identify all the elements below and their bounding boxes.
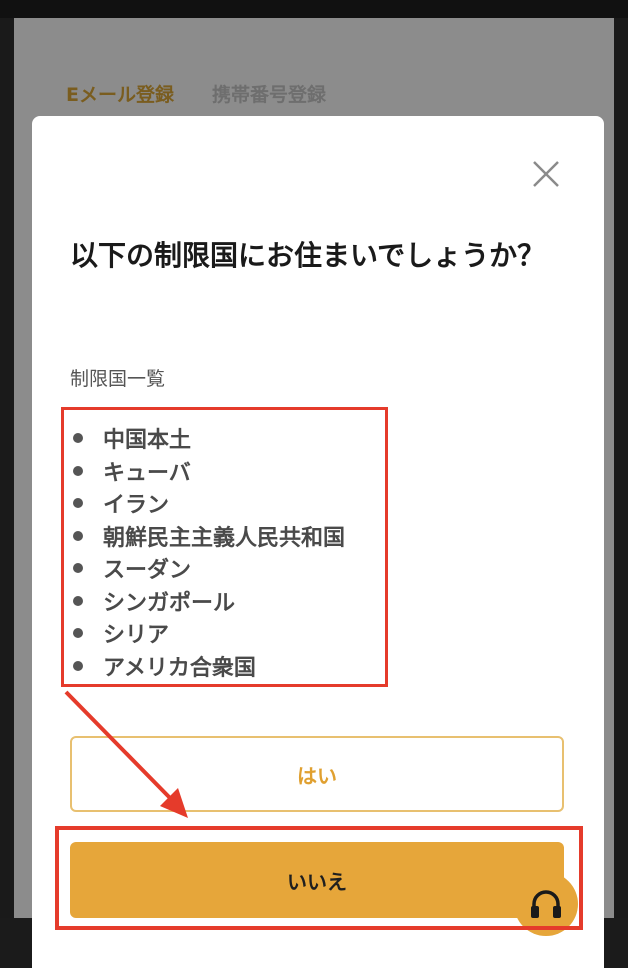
list-item: キューバ — [70, 455, 345, 488]
country-name: 朝鮮民主主義人民共和国 — [103, 525, 346, 551]
country-name: 中国本土 — [103, 428, 192, 454]
close-button[interactable] — [528, 156, 564, 192]
country-name: アメリカ合衆国 — [103, 655, 256, 681]
registration-tabs: Eメール登録 携帯番号登録 — [66, 80, 326, 107]
list-item: イラン — [70, 487, 345, 520]
dialog-title: 以下の制限国にお住まいでしょうか？ — [70, 239, 546, 272]
dialog-subtitle: 制限国一覧 — [70, 368, 166, 390]
no-button[interactable]: いいえ — [70, 842, 564, 918]
country-name: スーダン — [103, 558, 192, 584]
tab-email-registration[interactable]: Eメール登録 — [66, 80, 174, 107]
headset-icon — [531, 890, 561, 918]
customer-support-button[interactable] — [514, 872, 578, 936]
right-edge — [614, 18, 628, 968]
country-name: イラン — [103, 493, 170, 519]
bullet-icon — [73, 660, 83, 671]
bullet-icon — [73, 530, 83, 541]
country-name: キューバ — [103, 460, 191, 486]
left-edge — [0, 18, 14, 968]
bullet-icon — [73, 465, 83, 476]
list-item: アメリカ合衆国 — [70, 650, 345, 683]
country-name: シリア — [103, 623, 170, 649]
screen: Eメール登録 携帯番号登録 以下の制限国にお住まいでしょうか？ 制限国一覧 中国… — [0, 0, 628, 968]
restricted-country-dialog: 以下の制限国にお住まいでしょうか？ 制限国一覧 中国本土 キューバ イラン 朝鮮… — [32, 116, 604, 968]
country-name: シンガポール — [103, 590, 236, 616]
list-item: シリア — [70, 617, 345, 650]
bullet-icon — [73, 595, 83, 606]
list-item: 朝鮮民主主義人民共和国 — [70, 520, 345, 553]
bullet-icon — [73, 563, 83, 574]
list-item: スーダン — [70, 552, 345, 585]
restricted-country-list: 中国本土 キューバ イラン 朝鮮民主主義人民共和国 スーダン シンガポール シリ… — [70, 422, 345, 682]
yes-button[interactable]: はい — [70, 736, 564, 812]
bullet-icon — [73, 498, 83, 509]
bullet-icon — [73, 628, 83, 639]
bullet-icon — [73, 433, 83, 444]
list-item: 中国本土 — [70, 422, 345, 455]
tab-phone-registration[interactable]: 携帯番号登録 — [212, 80, 326, 107]
close-icon — [533, 161, 559, 187]
list-item: シンガポール — [70, 585, 345, 618]
status-bar — [0, 0, 628, 18]
